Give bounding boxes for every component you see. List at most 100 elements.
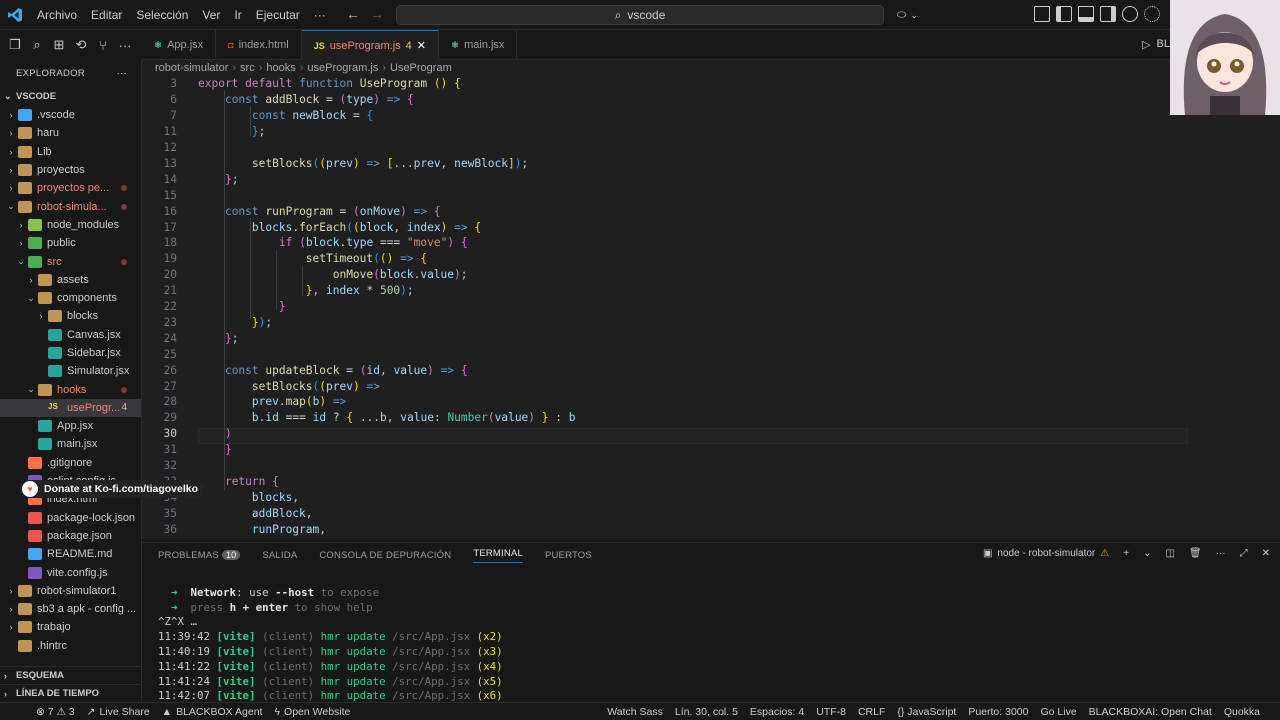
toggle-panel-icon[interactable] [1078, 6, 1094, 22]
panel-tab[interactable]: PROBLEMAS 10 [158, 549, 241, 561]
menu-item[interactable]: Ver [195, 0, 227, 30]
tree-item[interactable]: main.jsx [0, 435, 141, 453]
tree-item[interactable]: › proyectos [0, 161, 141, 179]
open-website-status[interactable]: ϟ Open Website [268, 706, 356, 718]
search-icon[interactable]: ⌕ [28, 36, 46, 54]
terminal-dropdown-icon[interactable]: ⌄ [1143, 548, 1151, 559]
menu-item[interactable]: ··· [307, 0, 333, 30]
panel-tab[interactable]: TERMINAL [473, 548, 523, 563]
tree-item[interactable]: package.json [0, 527, 141, 545]
panel-tab[interactable]: SALIDA [262, 550, 297, 561]
editor-tab[interactable]: JS useProgram.js 4 ✕ [301, 30, 440, 60]
run-icon[interactable]: ▷ [1142, 38, 1150, 51]
tree-item[interactable]: › .vscode [0, 106, 141, 124]
cursor-position-status[interactable]: Lín. 30, col. 5 [669, 706, 744, 718]
quokka-status[interactable]: Quokka [1218, 706, 1266, 718]
live-share-status[interactable]: ↗ Live Share [81, 706, 156, 718]
tree-item[interactable]: .hintrc [0, 637, 141, 655]
command-center-search[interactable]: ⌕ vscode [396, 5, 884, 25]
more-icon[interactable]: ··· [116, 36, 134, 54]
source-control-icon[interactable]: ⑂ [94, 36, 112, 54]
terminal-output[interactable]: ➜ Network: use --host to expose ➜ press … [158, 571, 503, 719]
outline-section[interactable]: › ESQUEMA [0, 666, 141, 684]
forward-arrow-icon[interactable]: → [370, 6, 384, 22]
tree-item[interactable]: › node_modules [0, 216, 141, 234]
tree-item[interactable]: ⌄ components [0, 289, 141, 307]
editor-tab[interactable]: ◘ index.html [216, 30, 302, 60]
tree-item[interactable]: ⌄ robot-simula... [0, 197, 141, 215]
tree-item[interactable]: › blocks [0, 307, 141, 325]
copilot-button[interactable]: ⬭ ⌄ [893, 5, 933, 25]
language-mode-status[interactable]: {} JavaScript [891, 706, 962, 718]
tree-item[interactable]: package-lock.json [0, 509, 141, 527]
eol-status[interactable]: CRLF [852, 706, 891, 718]
new-terminal-icon[interactable]: + [1123, 548, 1129, 559]
tree-item[interactable]: Canvas.jsx [0, 326, 141, 344]
menu-item[interactable]: Ejecutar [249, 0, 307, 30]
tree-item[interactable]: ⌄ hooks [0, 380, 141, 398]
tree-item[interactable]: › assets [0, 271, 141, 289]
panel-tab[interactable]: CONSOLA DE DEPURACIÓN [319, 550, 451, 561]
split-terminal-icon[interactable]: ◫ [1165, 548, 1174, 559]
tree-item[interactable]: .gitignore [0, 454, 141, 472]
tree-item[interactable]: vite.config.js [0, 563, 141, 581]
tree-item[interactable]: › robot-simulator1 [0, 582, 141, 600]
breadcrumb-item[interactable]: hooks [266, 62, 295, 74]
blackbox-agent-status[interactable]: ▲ BLACKBOX Agent [156, 706, 269, 718]
tree-item[interactable]: › proyectos pe... [0, 179, 141, 197]
tree-item[interactable]: › sb3 a apk - config ... [0, 600, 141, 618]
back-arrow-icon[interactable]: ← [346, 6, 360, 22]
editor-tab[interactable]: ⚛ main.jsx [439, 30, 518, 60]
toggle-secondary-sidebar-icon[interactable] [1100, 6, 1116, 22]
terminal-instance[interactable]: ▣ node - robot-simulator ⚠ [983, 548, 1109, 559]
chevron-right-icon: › [4, 688, 7, 699]
accounts-icon[interactable] [1122, 6, 1138, 22]
minimap[interactable] [1190, 76, 1280, 539]
go-live-status[interactable]: Go Live [1034, 706, 1082, 718]
tree-item[interactable]: Simulator.jsx [0, 362, 141, 380]
maximize-panel-icon[interactable]: ⤢ [1240, 548, 1248, 559]
breadcrumb-item[interactable]: src [240, 62, 255, 74]
menu-item[interactable]: Archivo [30, 0, 84, 30]
tree-item[interactable]: › trabajo [0, 618, 141, 636]
breadcrumb-item[interactable]: UseProgram [390, 62, 452, 74]
panel-tab[interactable]: PUERTOS [545, 550, 592, 561]
more-actions-icon[interactable]: ··· [1216, 548, 1226, 559]
indentation-status[interactable]: Espacios: 4 [744, 706, 810, 718]
tree-item[interactable]: README.md [0, 545, 141, 563]
encoding-status[interactable]: UTF-8 [810, 706, 852, 718]
menu-item[interactable]: Selección [129, 0, 195, 30]
menu-item[interactable]: Ir [227, 0, 248, 30]
watch-sass-status[interactable]: Watch Sass [601, 706, 669, 718]
tree-item[interactable]: › haru [0, 124, 141, 142]
editor-tab[interactable]: ⚛ App.jsx [142, 30, 217, 60]
gear-icon[interactable] [1144, 6, 1160, 22]
tree-item[interactable]: App.jsx [0, 417, 141, 435]
tree-item[interactable]: › Lib [0, 143, 141, 161]
menu-item[interactable]: Editar [84, 0, 129, 30]
more-actions-icon[interactable]: ··· [117, 68, 127, 79]
customize-layout-icon[interactable] [1034, 6, 1050, 22]
tree-item[interactable]: › public [0, 234, 141, 252]
run-label[interactable]: BL [1157, 38, 1170, 51]
close-icon[interactable]: ✕ [417, 39, 426, 52]
tree-item[interactable]: ⌄ src [0, 252, 141, 270]
code-editor[interactable]: 3 export default function UseProgram () {… [142, 76, 1280, 539]
close-panel-icon[interactable]: ✕ [1262, 548, 1270, 559]
breadcrumb-item[interactable]: robot-simulator [155, 62, 228, 74]
breadcrumb-item[interactable]: useProgram.js [307, 62, 378, 74]
tree-item-label: node_modules [47, 218, 120, 231]
tree-item[interactable]: JS useProgr... 4 [0, 398, 141, 418]
toggle-primary-sidebar-icon[interactable] [1056, 6, 1072, 22]
tree-item[interactable]: Sidebar.jsx [0, 344, 141, 362]
explorer-icon[interactable]: ❐ [6, 36, 24, 54]
blackbox-chat-status[interactable]: BLACKBOXAI: Open Chat [1083, 706, 1218, 718]
extensions-icon[interactable]: ⊞ [50, 36, 68, 54]
problems-status[interactable]: ⊗ 7 ⚠ 3 [0, 706, 81, 718]
remote-icon[interactable]: ⟲ [72, 36, 90, 54]
kill-terminal-icon[interactable]: 🗑 [1189, 548, 1202, 559]
code-line: 16 const runProgram = (onMove) => { [142, 203, 1192, 219]
port-status[interactable]: Puerto: 3000 [962, 706, 1034, 718]
timeline-section[interactable]: › LÍNEA DE TIEMPO [0, 684, 141, 702]
workspace-root[interactable]: ⌄ VSCODE [0, 86, 141, 106]
